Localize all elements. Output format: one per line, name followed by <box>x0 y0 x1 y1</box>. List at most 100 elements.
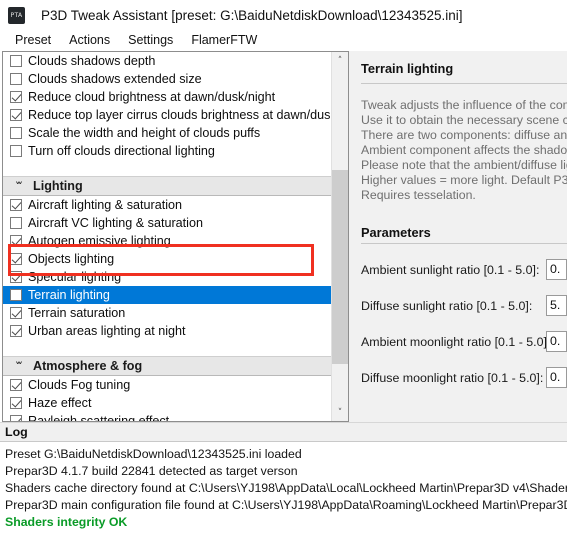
description-line: Tweak adjusts the influence of the compo <box>361 98 567 112</box>
list-item-label: Terrain lighting <box>28 288 110 302</box>
checkbox-icon[interactable] <box>10 325 22 337</box>
log-line: Prepar3D 4.1.7 build 22841 detected as t… <box>5 464 298 478</box>
checkbox-icon[interactable] <box>10 415 22 421</box>
group-header-label: Lighting <box>33 179 83 193</box>
list-item-label: Specular lighting <box>28 270 122 284</box>
list-item-label: Aircraft VC lighting & saturation <box>28 216 203 230</box>
group-header[interactable]: ˅˅ Atmosphere & fog <box>3 356 331 376</box>
list-item-label: Haze effect <box>28 396 92 410</box>
app-window: PTA P3D Tweak Assistant [preset: G:\Baid… <box>0 0 567 546</box>
list-item-label: Turn off clouds directional lighting <box>28 144 215 158</box>
checkbox-icon[interactable] <box>10 271 22 283</box>
details-title: Terrain lighting <box>361 61 454 76</box>
tweak-list[interactable]: Clouds shadows depth Clouds shadows exten… <box>3 52 331 421</box>
list-item-label: Reduce cloud brightness at dawn/dusk/nig… <box>28 90 276 104</box>
tweak-list-panel: Clouds shadows depth Clouds shadows exten… <box>2 51 349 422</box>
parameter-input[interactable]: 0. <box>546 331 567 352</box>
description-line: Requires tesselation. <box>361 188 476 202</box>
log-line: Prepar3D main configuration file found a… <box>5 498 567 512</box>
list-item-label: Reduce top layer cirrus clouds brightnes… <box>28 108 331 122</box>
menu-item-actions[interactable]: Actions <box>60 30 119 51</box>
list-item[interactable]: Clouds shadows depth <box>3 52 331 70</box>
list-item-label: Clouds shadows depth <box>28 54 156 68</box>
checkbox-icon[interactable] <box>10 73 22 85</box>
checkbox-icon[interactable] <box>10 199 22 211</box>
checkbox-icon[interactable] <box>10 127 22 139</box>
scroll-down-arrow-icon[interactable]: ˅ <box>332 404 348 421</box>
list-item[interactable]: Reduce top layer cirrus clouds brightnes… <box>3 106 331 124</box>
description-line: There are two components: diffuse and a <box>361 128 567 142</box>
menu-bar: Preset Actions Settings FlamerFTW <box>0 30 567 51</box>
list-item[interactable]: Aircraft lighting & saturation <box>3 196 331 214</box>
parameter-input[interactable]: 5. <box>546 295 567 316</box>
group-header[interactable]: ˅˅ Lighting <box>3 176 331 196</box>
list-item-label: Scale the width and height of clouds puf… <box>28 126 261 140</box>
list-item-label: Rayleigh scattering effect <box>28 414 170 421</box>
description-line: Please note that the ambient/diffuse lig… <box>361 158 567 172</box>
checkbox-icon[interactable] <box>10 307 22 319</box>
log-line: Shaders cache directory found at C:\User… <box>5 481 567 495</box>
list-item[interactable]: Clouds Fog tuning <box>3 376 331 394</box>
main-content: Clouds shadows depth Clouds shadows exten… <box>0 51 567 422</box>
checkbox-icon[interactable] <box>10 109 22 121</box>
parameter-input[interactable]: 0. <box>546 367 567 388</box>
list-item[interactable]: Aircraft VC lighting & saturation <box>3 214 331 232</box>
list-item-label: Autogen emissive lighting <box>28 234 171 248</box>
list-item[interactable]: Specular lighting <box>3 268 331 286</box>
parameter-row: Ambient sunlight ratio [0.1 - 5.0]: 0. <box>361 259 567 280</box>
log-panel: Log Preset G:\BaiduNetdiskDownload\12343… <box>0 422 567 546</box>
window-title: P3D Tweak Assistant [preset: G:\BaiduNet… <box>41 7 463 23</box>
title-divider <box>361 83 567 84</box>
checkbox-icon[interactable] <box>10 235 22 247</box>
list-item[interactable]: Haze effect <box>3 394 331 412</box>
list-item[interactable]: Terrain saturation <box>3 304 331 322</box>
tweak-list-scrollbar[interactable]: ˄ ˅ <box>331 52 348 421</box>
list-item[interactable]: Turn off clouds directional lighting <box>3 142 331 160</box>
list-item[interactable]: Clouds shadows extended size <box>3 70 331 88</box>
parameter-label: Ambient sunlight ratio [0.1 - 5.0]: <box>361 262 540 277</box>
details-description: Tweak adjusts the influence of the compo… <box>361 98 567 203</box>
list-item[interactable]: Reduce cloud brightness at dawn/dusk/nig… <box>3 88 331 106</box>
list-item[interactable]: Scale the width and height of clouds puf… <box>3 124 331 142</box>
parameters-divider <box>361 243 567 244</box>
menu-item-flamerftw[interactable]: FlamerFTW <box>182 30 266 51</box>
chevron-down-icon: ˅˅ <box>15 179 23 193</box>
parameter-row: Diffuse sunlight ratio [0.1 - 5.0]: 5. <box>361 295 567 316</box>
checkbox-icon[interactable] <box>10 55 22 67</box>
scrollbar-thumb[interactable] <box>332 170 348 364</box>
checkbox-icon[interactable] <box>10 145 22 157</box>
parameter-label: Ambient moonlight ratio [0.1 - 5.0]: <box>361 334 551 349</box>
parameters-list: Ambient sunlight ratio [0.1 - 5.0]: 0. Dif… <box>361 259 567 388</box>
description-line: Higher values = more light. Default P3D … <box>361 173 567 187</box>
checkbox-icon[interactable] <box>10 217 22 229</box>
list-item-label: Clouds shadows extended size <box>28 72 202 86</box>
menu-item-preset[interactable]: Preset <box>6 30 60 51</box>
list-item[interactable]: Urban areas lighting at night <box>3 322 331 340</box>
checkbox-icon[interactable] <box>10 289 22 301</box>
list-item[interactable]: Objects lighting <box>3 250 331 268</box>
log-lines: Preset G:\BaiduNetdiskDownload\12343525.… <box>0 442 567 531</box>
checkbox-icon[interactable] <box>10 91 22 103</box>
parameters-heading: Parameters <box>361 225 431 240</box>
checkbox-icon[interactable] <box>10 397 22 409</box>
list-item[interactable]: Autogen emissive lighting <box>3 232 331 250</box>
list-item-label: Aircraft lighting & saturation <box>28 198 182 212</box>
list-item[interactable]: Terrain lighting <box>3 286 331 304</box>
list-item-label: Objects lighting <box>28 252 115 266</box>
scroll-up-arrow-icon[interactable]: ˄ <box>332 52 348 69</box>
log-line: Preset G:\BaiduNetdiskDownload\12343525.… <box>5 447 302 461</box>
checkbox-icon[interactable] <box>10 379 22 391</box>
parameter-row: Ambient moonlight ratio [0.1 - 5.0]: 0. <box>361 331 567 352</box>
parameter-label: Diffuse moonlight ratio [0.1 - 5.0]: <box>361 370 544 385</box>
checkbox-icon[interactable] <box>10 253 22 265</box>
parameter-input[interactable]: 0. <box>546 259 567 280</box>
chevron-down-icon: ˅˅ <box>15 359 23 373</box>
menu-item-settings[interactable]: Settings <box>119 30 182 51</box>
title-bar: PTA P3D Tweak Assistant [preset: G:\Baid… <box>0 0 567 30</box>
list-item-label: Terrain saturation <box>28 306 126 320</box>
parameter-label: Diffuse sunlight ratio [0.1 - 5.0]: <box>361 298 533 313</box>
details-panel: Terrain lighting Tweak adjusts the influ… <box>349 51 567 422</box>
list-item[interactable]: Rayleigh scattering effect <box>3 412 331 421</box>
